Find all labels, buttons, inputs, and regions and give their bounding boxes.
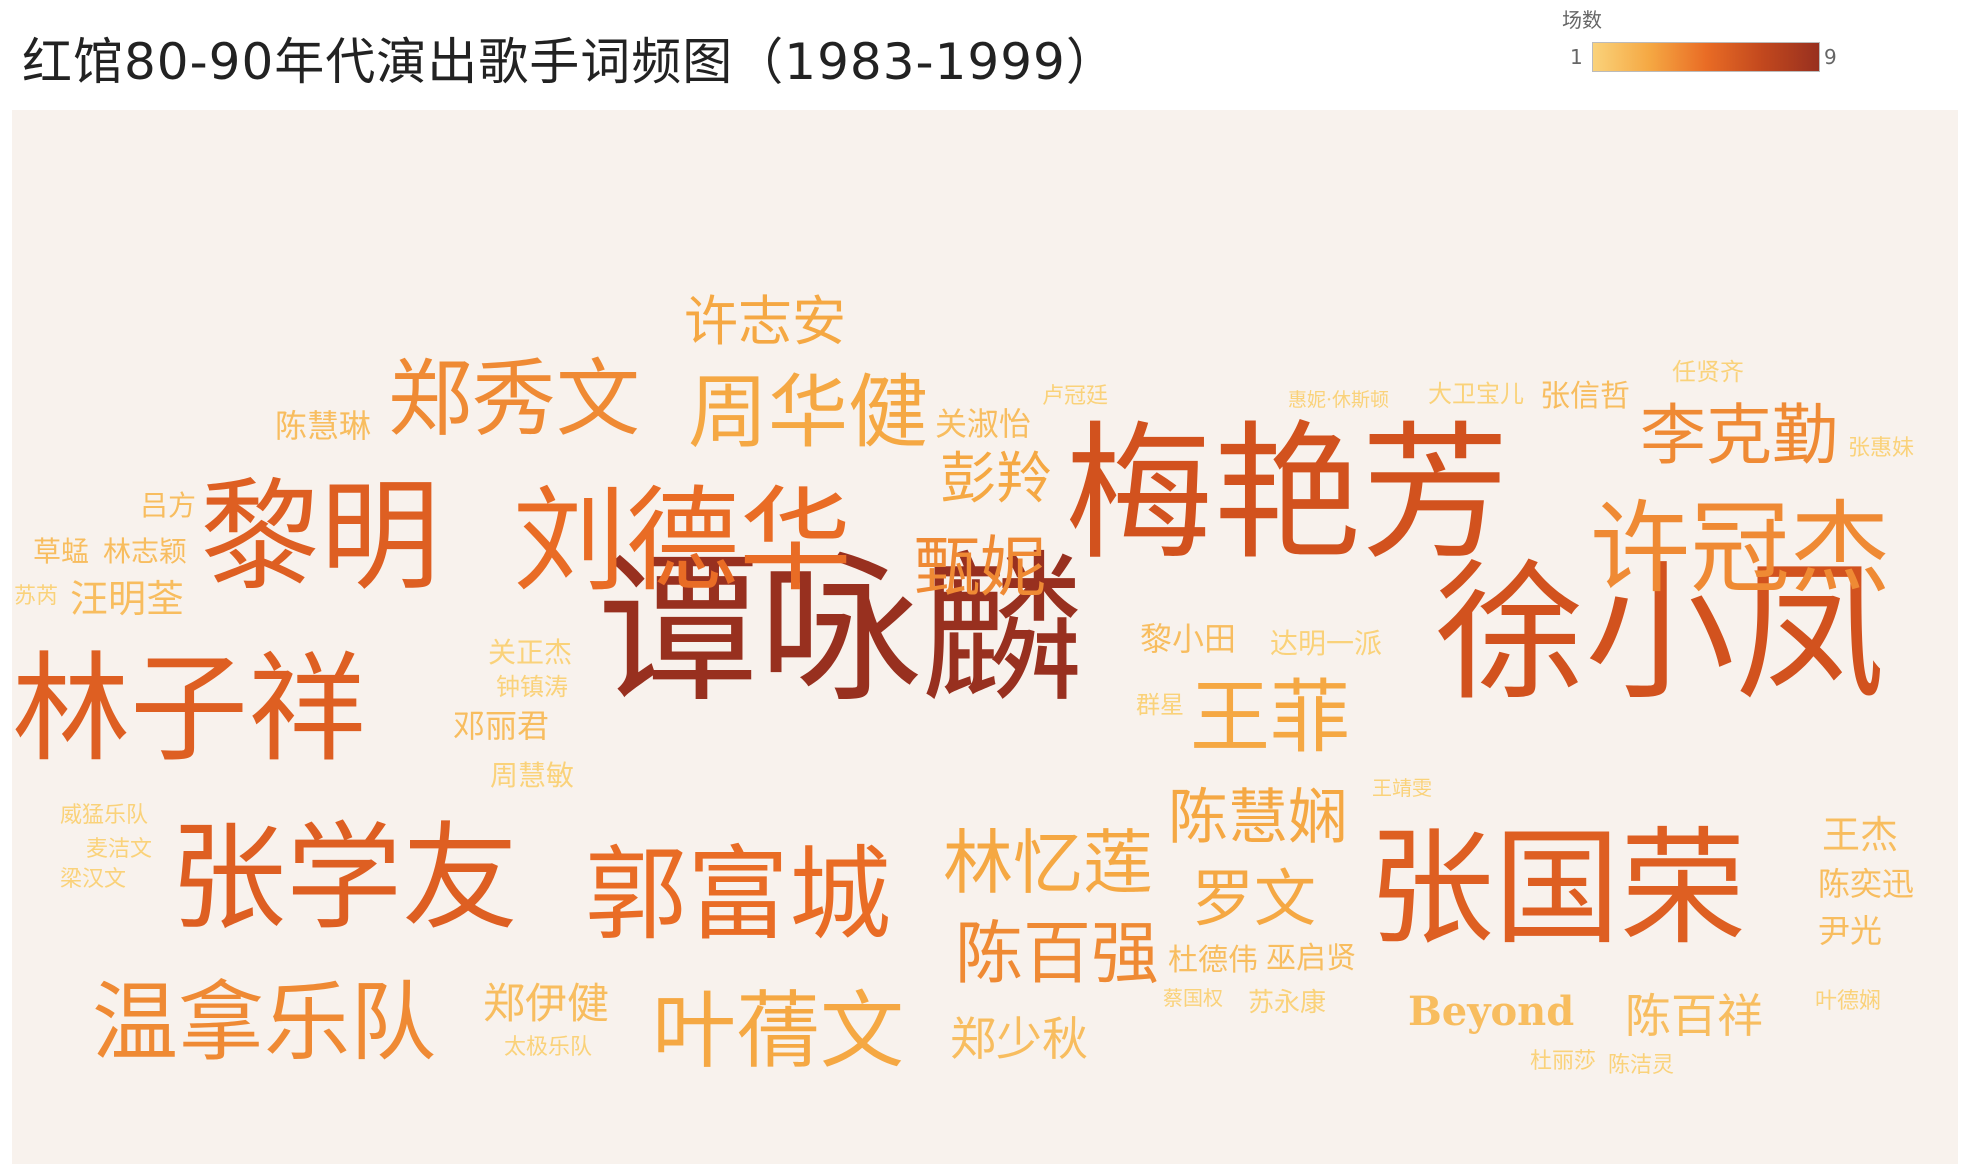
word-cloud-word: 李克勤: [1640, 397, 1838, 474]
word-cloud-word: 彭羚: [940, 447, 1052, 512]
word-cloud-word: Beyond: [1408, 988, 1574, 1035]
word-cloud-word: 张信哲: [1540, 379, 1630, 414]
word-cloud-word: 郑伊健: [483, 979, 609, 1028]
word-cloud-word: 罗文: [1192, 862, 1316, 935]
word-cloud-word: 汪明荃: [70, 577, 184, 621]
word-cloud-word: 蔡国权: [1163, 986, 1223, 1010]
word-cloud-word: 邓丽君: [453, 707, 549, 745]
word-cloud-word: 关正杰: [488, 636, 572, 669]
page-title: 红馆80-90年代演出歌手词频图（1983-1999）: [22, 33, 1117, 91]
word-cloud-word: 苏永康: [1248, 988, 1326, 1018]
word-cloud-word: 大卫宝儿: [1428, 380, 1524, 408]
word-cloud-word: 许志安: [684, 290, 846, 353]
word-cloud-word: 甄妮: [914, 529, 1046, 606]
word-cloud-word: 陈百强: [955, 915, 1159, 994]
word-cloud-word: 黎明: [200, 468, 440, 607]
word-cloud-word: 周华健: [688, 366, 928, 459]
word-cloud-word: 任贤齐: [1672, 358, 1744, 386]
word-cloud-word: 巫启贤: [1266, 941, 1356, 976]
word-cloud-word: 张学友: [170, 811, 518, 946]
legend-title: 场数: [1562, 8, 1602, 32]
word-cloud-word: 林忆莲: [943, 822, 1153, 904]
word-cloud-word: 陈慧琳: [275, 407, 371, 445]
word-cloud-word: 张国荣: [1368, 815, 1746, 962]
word-cloud-word: 关淑怡: [935, 405, 1031, 443]
word-cloud: 谭咏麟梅艳芳徐小凤张国荣林子祥张学友黎明 刘德华郭富城许冠杰温拿乐队郑秀文 周华健叶…: [12, 290, 1914, 1080]
word-cloud-word: 温拿乐队: [92, 973, 436, 1073]
word-cloud-word: 陈奕迅: [1818, 865, 1914, 903]
word-cloud-word: 草蜢: [33, 535, 89, 568]
word-cloud-word: 尹光: [1818, 912, 1882, 950]
word-cloud-word: 麦洁文: [86, 837, 152, 862]
word-cloud-word: 林子祥: [12, 640, 366, 778]
word-cloud-word: 刘德华: [513, 475, 852, 607]
word-cloud-word: 王杰: [1822, 813, 1898, 857]
word-cloud-word: 卢冠廷: [1042, 384, 1108, 409]
word-cloud-panel: 谭咏麟 梅艳芳 徐小凤 张国荣 林子祥 张学友 黎明 刘德华 郭富城 许冠杰 温拿乐队 郑秀文 周华健叶…: [12, 110, 1958, 1164]
word-cloud-word: 陈洁灵: [1608, 1053, 1674, 1078]
color-legend: 场数 1 9: [1540, 0, 1840, 90]
word-cloud-word: 达明一派: [1270, 627, 1382, 660]
word-cloud-word: 郑秀文: [388, 350, 640, 448]
word-cloud-word: 钟镇涛: [496, 673, 568, 701]
word-cloud-word: 群星: [1136, 691, 1184, 719]
word-cloud-word: 吕方: [140, 489, 196, 522]
word-cloud-word: 郑少秋: [950, 1012, 1088, 1066]
word-cloud-word: 梁汉文: [60, 867, 126, 892]
legend-gradient-bar: [1592, 42, 1820, 72]
word-cloud-word: 杜丽莎: [1530, 1049, 1596, 1074]
word-cloud-word: 林志颖: [103, 535, 187, 568]
word-cloud-word: 张惠妹: [1848, 436, 1914, 461]
word-cloud-word: 周慧敏: [490, 759, 574, 792]
word-cloud-word: 陈百祥: [1625, 989, 1763, 1043]
word-cloud-word: 太极乐队: [504, 1035, 592, 1060]
word-cloud-word: 黎小田: [1140, 620, 1236, 658]
word-cloud-word: 苏芮: [14, 584, 58, 609]
word-cloud-word: 杜德伟: [1168, 943, 1258, 978]
word-cloud-word: 郭富城: [585, 836, 891, 955]
word-cloud-word: 威猛乐队: [60, 803, 148, 828]
word-cloud-word: 王靖雯: [1372, 776, 1432, 800]
word-cloud-word: 王菲: [1190, 671, 1350, 764]
word-cloud-word: 陈慧娴: [1168, 783, 1348, 853]
word-cloud-word: 许冠杰: [1590, 490, 1890, 607]
legend-max-label: 9: [1824, 45, 1837, 69]
legend-min-label: 1: [1570, 45, 1583, 69]
word-cloud-word: 叶德娴: [1815, 989, 1881, 1014]
word-cloud-word: 叶蒨文: [652, 982, 904, 1080]
word-cloud-word: 惠妮·休斯顿: [1288, 389, 1389, 411]
